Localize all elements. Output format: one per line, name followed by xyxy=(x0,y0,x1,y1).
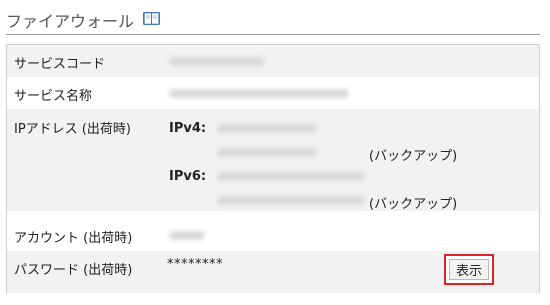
account-value-masked xyxy=(169,231,205,240)
ipv4-backup-note: (バックアップ) xyxy=(369,149,458,164)
ipv4-label: IPv4: xyxy=(169,121,207,136)
ipv6-backup-note: (バックアップ) xyxy=(369,197,458,212)
ipv6-primary-masked xyxy=(217,172,365,181)
row-service-code: サービスコード xyxy=(7,45,539,77)
service-code-label: サービスコード xyxy=(14,57,106,72)
service-code-value-masked xyxy=(169,57,265,66)
book-icon xyxy=(143,12,160,25)
row-account: アカウント (出荷時) xyxy=(7,219,539,251)
account-label: アカウント (出荷時) xyxy=(14,231,133,246)
row-service-name: サービス名称 xyxy=(7,77,539,109)
show-password-button[interactable]: 表示 xyxy=(449,259,489,280)
service-name-value-masked xyxy=(169,89,349,98)
ip-address-label: IPアドレス (出荷時) xyxy=(14,122,131,137)
page-title: ファイアウォール xyxy=(6,12,135,31)
password-masked-value: ******** xyxy=(167,257,223,272)
service-name-label: サービス名称 xyxy=(14,89,93,104)
ipv6-backup-masked xyxy=(217,196,365,205)
ipv4-backup-masked xyxy=(217,148,317,157)
page-header: ファイアウォール xyxy=(6,4,540,35)
ipv4-primary-masked xyxy=(217,124,317,133)
show-password-highlight: 表示 xyxy=(444,254,494,285)
password-label: パスワード (出荷時) xyxy=(14,263,133,278)
ipv6-label: IPv6: xyxy=(169,169,207,184)
row-ip-address: IPアドレス (出荷時) IPv4: (バックアップ) IPv6: (バックアッ… xyxy=(7,109,539,212)
